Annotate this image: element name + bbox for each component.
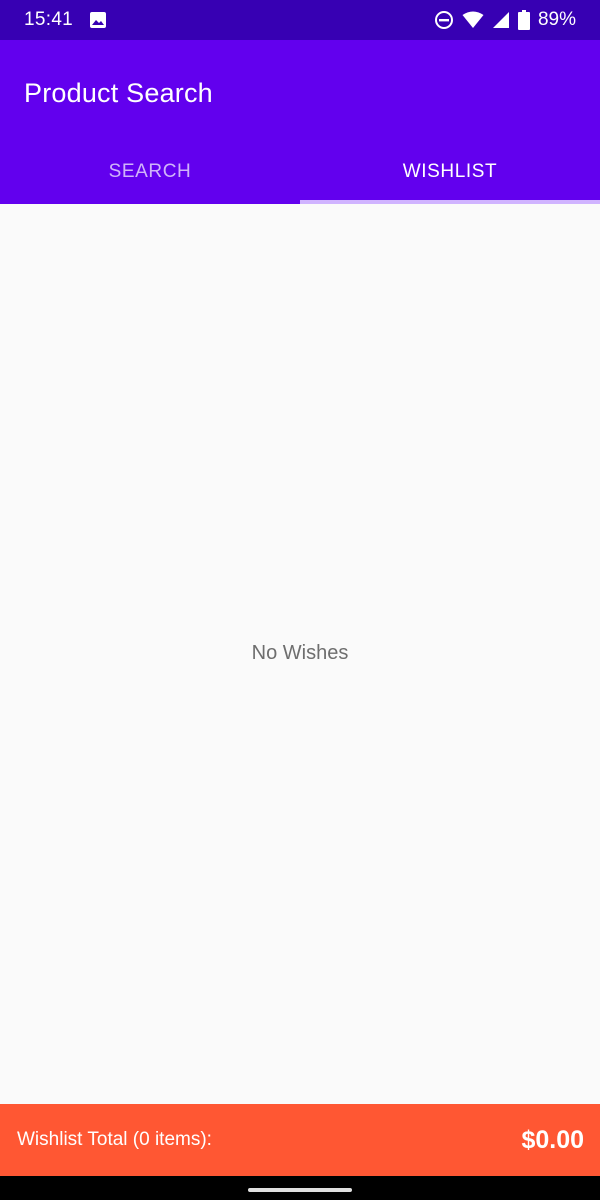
do-not-disturb-icon [434, 10, 454, 30]
app-screen: 15:41 89% Product Search SEARCH WISHLIST… [0, 0, 600, 1200]
wishlist-total-bar: Wishlist Total (0 items): $0.00 [0, 1104, 600, 1176]
wifi-icon [462, 11, 484, 29]
home-gesture-handle[interactable] [248, 1188, 352, 1192]
tab-search[interactable]: SEARCH [0, 140, 300, 204]
app-bar: Product Search SEARCH WISHLIST [0, 40, 600, 204]
status-bar: 15:41 89% [0, 0, 600, 40]
tab-wishlist[interactable]: WISHLIST [300, 140, 600, 204]
signal-icon [492, 11, 510, 29]
tab-search-label: SEARCH [108, 161, 192, 182]
system-nav-bar [0, 1176, 600, 1200]
tab-bar: SEARCH WISHLIST [0, 140, 600, 204]
wishlist-total-amount: $0.00 [521, 1125, 584, 1154]
wishlist-content: No Wishes [0, 204, 600, 1104]
battery-percentage: 89% [537, 9, 576, 30]
tab-wishlist-label: WISHLIST [402, 161, 498, 182]
wishlist-total-label: Wishlist Total (0 items): [17, 1129, 212, 1150]
status-bar-right: 89% [434, 9, 576, 31]
status-time: 15:41 [24, 9, 74, 30]
image-icon [89, 11, 107, 29]
battery-icon [517, 10, 530, 30]
status-bar-left: 15:41 [24, 9, 107, 31]
page-title: Product Search [24, 78, 213, 108]
empty-state-message: No Wishes [251, 642, 349, 664]
